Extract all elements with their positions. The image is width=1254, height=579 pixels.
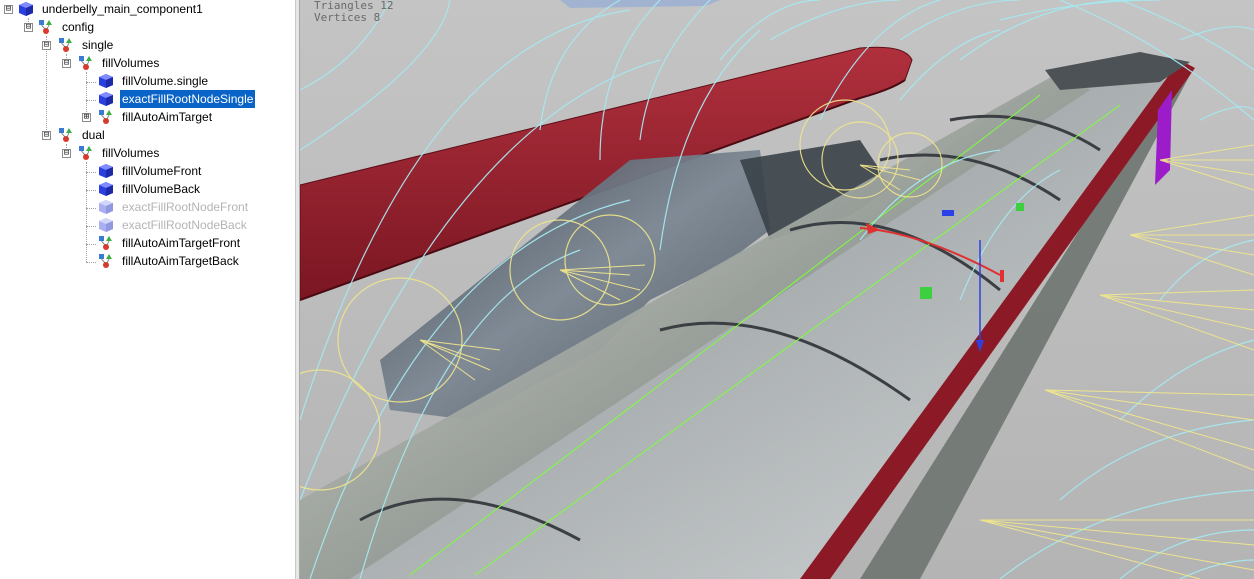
cube-node-icon: [99, 92, 113, 106]
scene-render: [300, 0, 1254, 579]
tree-node-fillvolumefront[interactable]: fillVolumeFront: [0, 162, 295, 180]
transform-group-icon: [99, 110, 112, 124]
tree-node-root[interactable]: ⊟ underbelly_main_component1: [0, 0, 295, 18]
tree-node-exactfillrootnodefront[interactable]: exactFillRootNodeFront: [0, 198, 295, 216]
tree-node-label: fillVolumeBack: [122, 182, 201, 196]
tree-node-label: exactFillRootNodeFront: [122, 200, 249, 214]
tree-node-fillvolumeback[interactable]: fillVolumeBack: [0, 180, 295, 198]
tree-node-label: fillAutoAimTarget: [122, 110, 213, 124]
collapse-toggle[interactable]: ⊟: [42, 131, 51, 140]
cube-node-icon: [99, 182, 113, 196]
transform-group-icon: [79, 146, 92, 160]
tree-node-fillvolume-single[interactable]: fillVolume.single: [0, 72, 295, 90]
tree-node-label: single: [82, 38, 114, 52]
scenegraph-tree-panel: ⊟ underbelly_main_component1 ⊟ config ⊟ …: [0, 0, 295, 579]
transform-group-icon: [59, 128, 72, 142]
tree-node-dual[interactable]: ⊟ dual: [0, 126, 295, 144]
collapse-toggle[interactable]: ⊟: [42, 41, 51, 50]
tree-node-config[interactable]: ⊟ config: [0, 18, 295, 36]
transform-group-icon: [39, 20, 52, 34]
collapse-toggle[interactable]: ⊟: [62, 59, 71, 68]
tree-node-label-selected: exactFillRootNodeSingle: [120, 90, 256, 108]
tree-node-fillvolumes-single[interactable]: ⊟ fillVolumes: [0, 54, 295, 72]
collapse-toggle[interactable]: ⊟: [24, 23, 33, 32]
tree-node-fillvolumes-dual[interactable]: ⊟ fillVolumes: [0, 144, 295, 162]
viewport-stats: Triangles 12 Vertices 8: [314, 0, 393, 24]
tree-node-exactfillrootnodeback[interactable]: exactFillRootNodeBack: [0, 216, 295, 234]
cube-node-icon: [99, 74, 113, 88]
transform-group-icon: [99, 254, 112, 268]
vertex-count: Vertices 8: [314, 11, 381, 24]
expand-toggle[interactable]: ⊞: [82, 113, 91, 122]
cube-node-icon: [19, 2, 33, 16]
transform-group-icon: [79, 56, 92, 70]
tree-node-fillautoaimtarget[interactable]: ⊞ fillAutoAimTarget: [0, 108, 295, 126]
tree-node-label: fillVolume.single: [122, 74, 209, 88]
tree-node-label: dual: [82, 128, 105, 142]
tree-node-label: fillAutoAimTargetBack: [122, 254, 239, 268]
3d-viewport[interactable]: Triangles 12 Vertices 8: [300, 0, 1254, 579]
cube-node-hidden-icon: [99, 200, 113, 214]
collapse-toggle[interactable]: ⊟: [62, 149, 71, 158]
tree-node-label: fillAutoAimTargetFront: [122, 236, 241, 250]
tree-node-single[interactable]: ⊟ single: [0, 36, 295, 54]
tree-node-label: fillVolumes: [102, 146, 160, 160]
tree-node-label: fillVolumeFront: [122, 164, 202, 178]
cube-node-icon: [99, 164, 113, 178]
tree-node-fillautoaimtargetback[interactable]: fillAutoAimTargetBack: [0, 252, 295, 270]
tree-node-label: underbelly_main_component1: [42, 2, 203, 16]
tree-node-label: exactFillRootNodeBack: [122, 218, 247, 232]
tree-node-label: fillVolumes: [102, 56, 160, 70]
tree-node-exactfillrootnodesingle[interactable]: exactFillRootNodeSingle: [0, 90, 295, 108]
transform-group-icon: [59, 38, 72, 52]
transform-group-icon: [99, 236, 112, 250]
tree-node-fillautoaimtargetfront[interactable]: fillAutoAimTargetFront: [0, 234, 295, 252]
tree-node-label: config: [62, 20, 95, 34]
collapse-toggle[interactable]: ⊟: [4, 5, 13, 14]
cube-node-hidden-icon: [99, 218, 113, 232]
